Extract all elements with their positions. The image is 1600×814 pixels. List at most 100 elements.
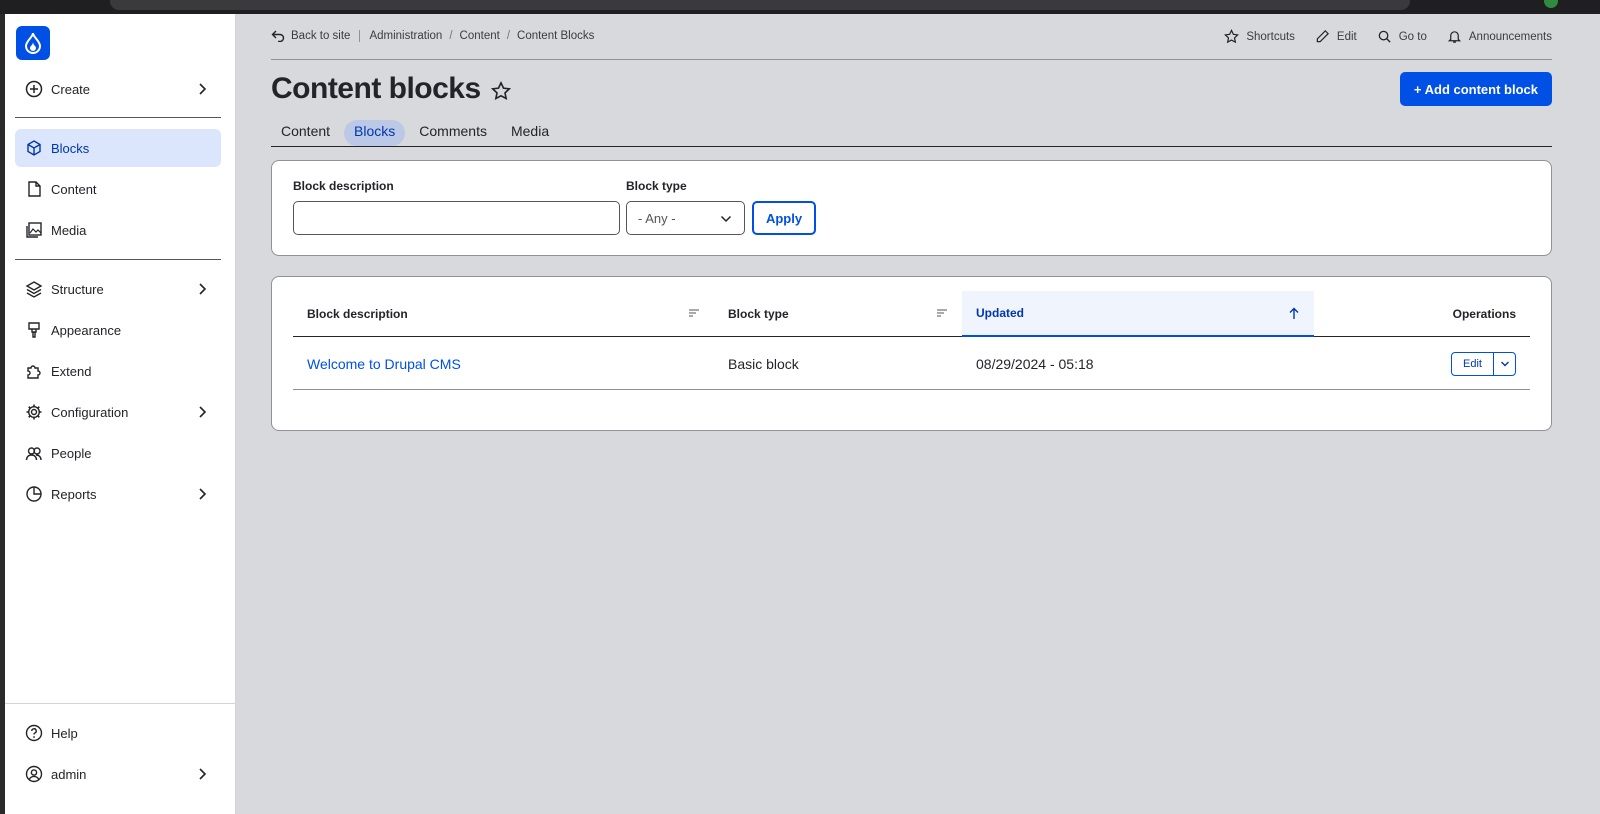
bell-icon [1447,31,1462,43]
apply-filter-button[interactable]: Apply [752,201,816,235]
tab-content[interactable]: Content [271,120,340,146]
sidebar-divider [15,259,221,260]
chevron-right-icon [199,83,207,95]
breadcrumb: Back to site Administration / Content / … [271,30,594,42]
sidebar-item-label: Create [51,81,91,97]
chevron-right-icon [199,488,207,500]
main-content: Back to site Administration / Content / … [271,14,1552,814]
tab-blocks[interactable]: Blocks [344,120,406,146]
tab-comments[interactable]: Comments [409,120,497,146]
sidebar-item-configuration[interactable]: Configuration [15,393,221,431]
table-header-row: Block description Block type Updated Ope… [293,291,1530,337]
chevron-right-icon [199,283,207,295]
pie-chart-icon [25,485,43,503]
cube-icon [25,139,43,157]
block-description-filter-input[interactable] [293,201,620,235]
breadcrumb-separator: / [449,30,453,42]
sidebar-item-people[interactable]: People [15,434,221,472]
sidebar-item-media[interactable]: Media [15,211,221,249]
operations-toggle-button[interactable] [1494,353,1515,375]
block-title-link[interactable]: Welcome to Drupal CMS [307,356,461,372]
sidebar-item-label: Reports [51,486,97,502]
sidebar-item-label: Media [51,222,87,238]
sidebar-item-label: Structure [51,281,104,297]
user-icon [25,765,43,783]
block-type-select[interactable]: - Any - [626,201,745,235]
tab-bar: Content Blocks Comments Media [271,120,1552,147]
add-content-block-button[interactable]: + Add content block [1399,72,1552,106]
sidebar-item-label: Configuration [51,404,129,420]
sidebar-item-label: admin [51,766,87,782]
sort-ascending-arrow-icon [1289,307,1299,319]
sidebar-item-appearance[interactable]: Appearance [15,311,221,349]
cell-block-description: Welcome to Drupal CMS [293,338,714,390]
tab-media[interactable]: Media [501,120,559,146]
operations-dropbutton: Edit [1451,352,1516,376]
sidebar-divider [15,117,221,118]
admin-sidebar: Create Blocks Content Media Structure Ap… [5,14,236,814]
browser-address-bar[interactable] [110,0,1410,10]
column-header-block-type[interactable]: Block type [714,291,962,336]
chevron-down-icon [720,215,732,223]
layers-icon [25,280,43,298]
search-icon [1378,30,1391,43]
sidebar-item-structure[interactable]: Structure [15,270,221,308]
sort-icon [937,309,947,317]
sidebar-item-create[interactable]: Create [15,70,221,108]
sidebar-item-label: Extend [51,363,92,379]
sidebar-item-blocks[interactable]: Blocks [15,129,221,167]
toolbar-actions: Shortcuts Edit Go to Announcements [1204,29,1552,44]
breadcrumb-separator: / [506,30,511,42]
help-icon [25,724,43,742]
content-blocks-table: Block description Block type Updated Ope… [271,276,1552,431]
chevron-down-icon [1500,361,1509,367]
admin-toolbar: Back to site Administration / Content / … [271,14,1552,60]
block-description-filter-label: Block description [293,179,394,193]
sidebar-item-label: Help [51,725,78,741]
drupal-logo-icon[interactable] [16,26,50,60]
column-header-updated[interactable]: Updated [962,291,1314,337]
brush-icon [25,321,43,339]
sidebar-item-reports[interactable]: Reports [15,475,221,513]
star-icon [1224,29,1240,44]
table-row: Welcome to Drupal CMS Basic block 08/29/… [293,338,1530,390]
pencil-icon [1316,30,1329,43]
image-icon [25,221,43,239]
sidebar-footer-divider [5,703,236,704]
breadcrumb-content[interactable]: Content [460,30,500,42]
column-header-block-description[interactable]: Block description [293,291,714,336]
chevron-right-icon [199,406,207,418]
column-header-operations: Operations [1452,306,1516,321]
app-frame: Create Blocks Content Media Structure Ap… [5,14,1600,814]
page-header: Content blocks [271,72,511,106]
block-type-selected-value: - Any - [638,210,676,226]
edit-block-button[interactable]: Edit [1452,353,1494,375]
sidebar-item-label: Content [51,181,97,197]
people-icon [25,444,43,462]
announcements-button[interactable]: Announcements [1447,29,1552,44]
cell-block-type: Basic block [728,356,799,372]
document-icon [25,180,43,198]
sidebar-item-label: People [51,445,92,461]
shortcuts-button[interactable]: Shortcuts [1224,29,1295,44]
plus-circle-icon [25,80,43,98]
sidebar-item-label: Appearance [51,322,122,338]
cell-updated: 08/29/2024 - 05:18 [976,356,1094,372]
filter-form: Block description Block type - Any - App… [271,160,1552,256]
sort-icon [689,309,699,317]
breadcrumb-content-blocks[interactable]: Content Blocks [517,30,594,42]
sidebar-item-admin-user[interactable]: admin [15,755,221,793]
breadcrumb-administration[interactable]: Administration [369,30,442,42]
sidebar-item-label: Blocks [51,140,90,156]
sidebar-item-extend[interactable]: Extend [15,352,221,390]
sidebar-item-content[interactable]: Content [15,170,221,208]
sidebar-item-help[interactable]: Help [15,714,221,752]
favorite-star-icon[interactable] [490,81,511,101]
back-to-site-link[interactable]: Back to site [271,30,361,42]
edit-mode-button[interactable]: Edit [1315,29,1357,44]
back-arrow-icon [271,30,285,42]
gear-icon [25,403,43,421]
go-to-button[interactable]: Go to [1377,29,1427,44]
browser-chrome [0,0,1600,14]
block-type-filter-label: Block type [626,179,687,193]
